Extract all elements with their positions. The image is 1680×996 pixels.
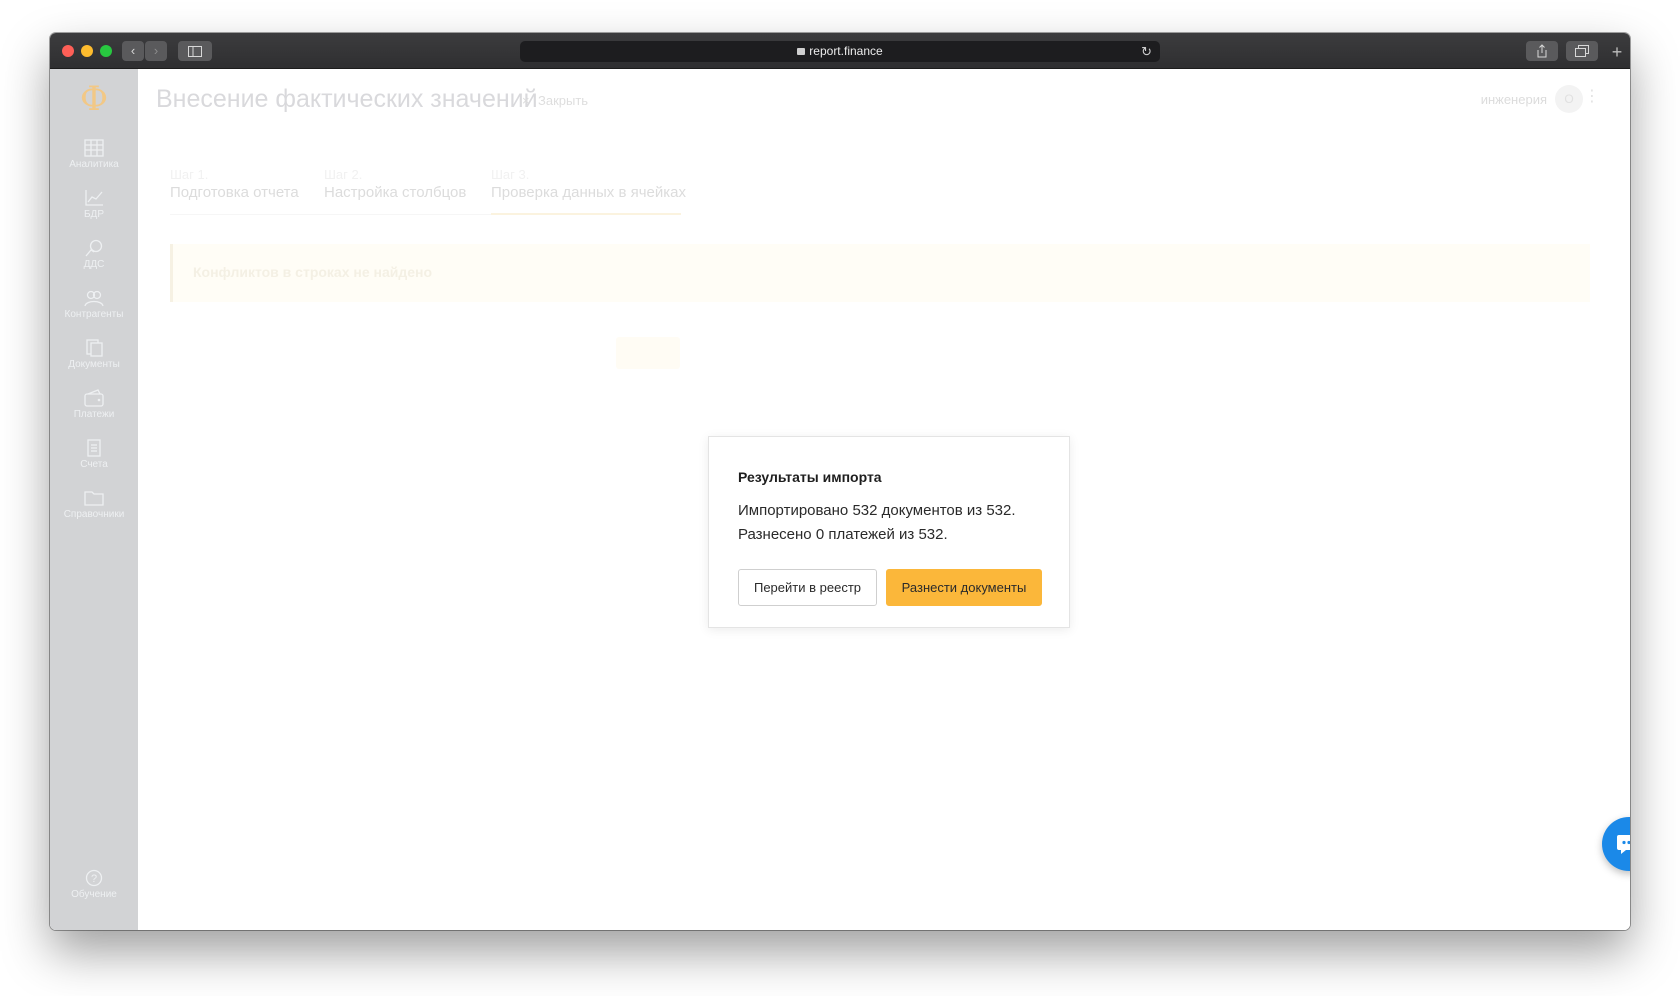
sidebar-item-analytics[interactable]: Аналитика <box>50 139 138 170</box>
money-flow-icon <box>84 239 104 257</box>
step-1[interactable]: Шаг 1. Подготовка отчета <box>170 167 299 201</box>
chat-bubble-icon <box>1617 835 1630 854</box>
share-icon <box>1537 44 1547 58</box>
alert-text: Конфликтов в строках не найдено <box>193 264 433 280</box>
next-button[interactable] <box>616 337 680 369</box>
logo[interactable]: Ф <box>50 79 138 119</box>
import-results-dialog: Результаты импорта Импортировано 532 док… <box>708 436 1070 628</box>
minimize-window-button[interactable] <box>81 45 93 57</box>
workspace-name[interactable]: инженерия <box>1481 92 1547 107</box>
avatar[interactable]: О <box>1555 85 1583 113</box>
chevron-left-icon: ‹ <box>130 43 136 58</box>
sidebar-item-label: ДДС <box>83 259 105 270</box>
screen: ‹ › report.finance ↻ + Ф Аналитика БДР Д… <box>0 0 1680 996</box>
page-title: Внесение фактических значений <box>156 85 538 113</box>
step-name: Проверка данных в ячейках <box>491 184 686 201</box>
sidebar-toggle-button[interactable] <box>178 41 212 61</box>
back-button[interactable]: ‹ <box>122 41 144 61</box>
sidebar: Ф Аналитика БДР ДДС Контрагенты Документ… <box>50 69 138 930</box>
chevron-right-icon: › <box>153 43 159 58</box>
sidebar-item-payments[interactable]: Платежи <box>50 389 138 420</box>
table-icon <box>84 139 104 157</box>
documents-icon <box>84 339 104 357</box>
sidebar-item-label: Документы <box>68 359 120 370</box>
sidebar-item-references[interactable]: Справочники <box>50 489 138 520</box>
plus-icon: + <box>1611 42 1623 62</box>
close-window-button[interactable] <box>62 45 74 57</box>
url-text: report.finance <box>809 44 883 58</box>
step-name: Настройка столбцов <box>324 184 467 201</box>
sidebar-item-label: БДР <box>83 209 104 220</box>
sidebar-item-label: Платежи <box>73 409 115 420</box>
payments-summary: Разнесено 0 платежей из 532. <box>738 526 948 543</box>
share-button[interactable] <box>1526 41 1558 61</box>
wallet-icon <box>84 389 104 407</box>
invoice-icon <box>84 439 104 457</box>
close-icon[interactable]: × <box>522 93 530 108</box>
sidebar-icon <box>188 46 202 57</box>
address-bar[interactable]: report.finance ↻ <box>520 41 1160 62</box>
sidebar-item-label: Контрагенты <box>64 309 124 320</box>
question-icon: ? <box>84 869 104 887</box>
maximize-window-button[interactable] <box>100 45 112 57</box>
more-menu-icon[interactable]: ⋮ <box>1584 87 1600 107</box>
close-link[interactable]: Закрыть <box>538 93 588 108</box>
step-3[interactable]: Шаг 3. Проверка данных в ячейках <box>491 167 686 201</box>
step-number: Шаг 2. <box>324 167 363 182</box>
sidebar-item-bdr[interactable]: БДР <box>50 189 138 220</box>
sidebar-item-label: Справочники <box>63 509 125 520</box>
svg-text:?: ? <box>91 873 97 885</box>
sidebar-item-label: Обучение <box>71 889 117 900</box>
browser-titlebar: ‹ › report.finance ↻ + <box>50 33 1630 69</box>
folder-icon <box>84 489 104 507</box>
active-step-indicator <box>491 213 681 215</box>
step-2[interactable]: Шаг 2. Настройка столбцов <box>324 167 466 201</box>
post-documents-button[interactable]: Разнести документы <box>886 569 1042 606</box>
step-number: Шаг 3. <box>491 167 530 182</box>
import-summary: Импортировано 532 документов из 532. <box>738 502 1016 519</box>
go-to-registry-button[interactable]: Перейти в реестр <box>738 569 877 606</box>
step-number: Шаг 1. <box>170 167 209 182</box>
tabs-icon <box>1575 45 1589 57</box>
sidebar-item-help[interactable]: ? Обучение <box>50 869 138 900</box>
forward-button[interactable]: › <box>145 41 167 61</box>
sidebar-item-label: Счета <box>80 459 108 470</box>
status-alert: Конфликтов в строках не найдено <box>170 244 1590 302</box>
sidebar-item-dds[interactable]: ДДС <box>50 239 138 270</box>
dialog-title: Результаты импорта <box>738 469 882 485</box>
sidebar-item-invoices[interactable]: Счета <box>50 439 138 470</box>
chart-icon <box>84 189 104 207</box>
sidebar-item-label: Аналитика <box>69 159 119 170</box>
browser-window: ‹ › report.finance ↻ + Ф Аналитика БДР Д… <box>50 33 1630 930</box>
new-tab-button[interactable]: + <box>1606 41 1628 63</box>
lock-icon <box>797 48 806 55</box>
tabs-overview-button[interactable] <box>1566 41 1598 61</box>
sidebar-item-documents[interactable]: Документы <box>50 339 138 370</box>
sidebar-item-counterparties[interactable]: Контрагенты <box>50 289 138 320</box>
people-icon <box>84 289 104 307</box>
step-name: Подготовка отчета <box>170 184 299 201</box>
reload-icon[interactable]: ↻ <box>1141 41 1152 62</box>
